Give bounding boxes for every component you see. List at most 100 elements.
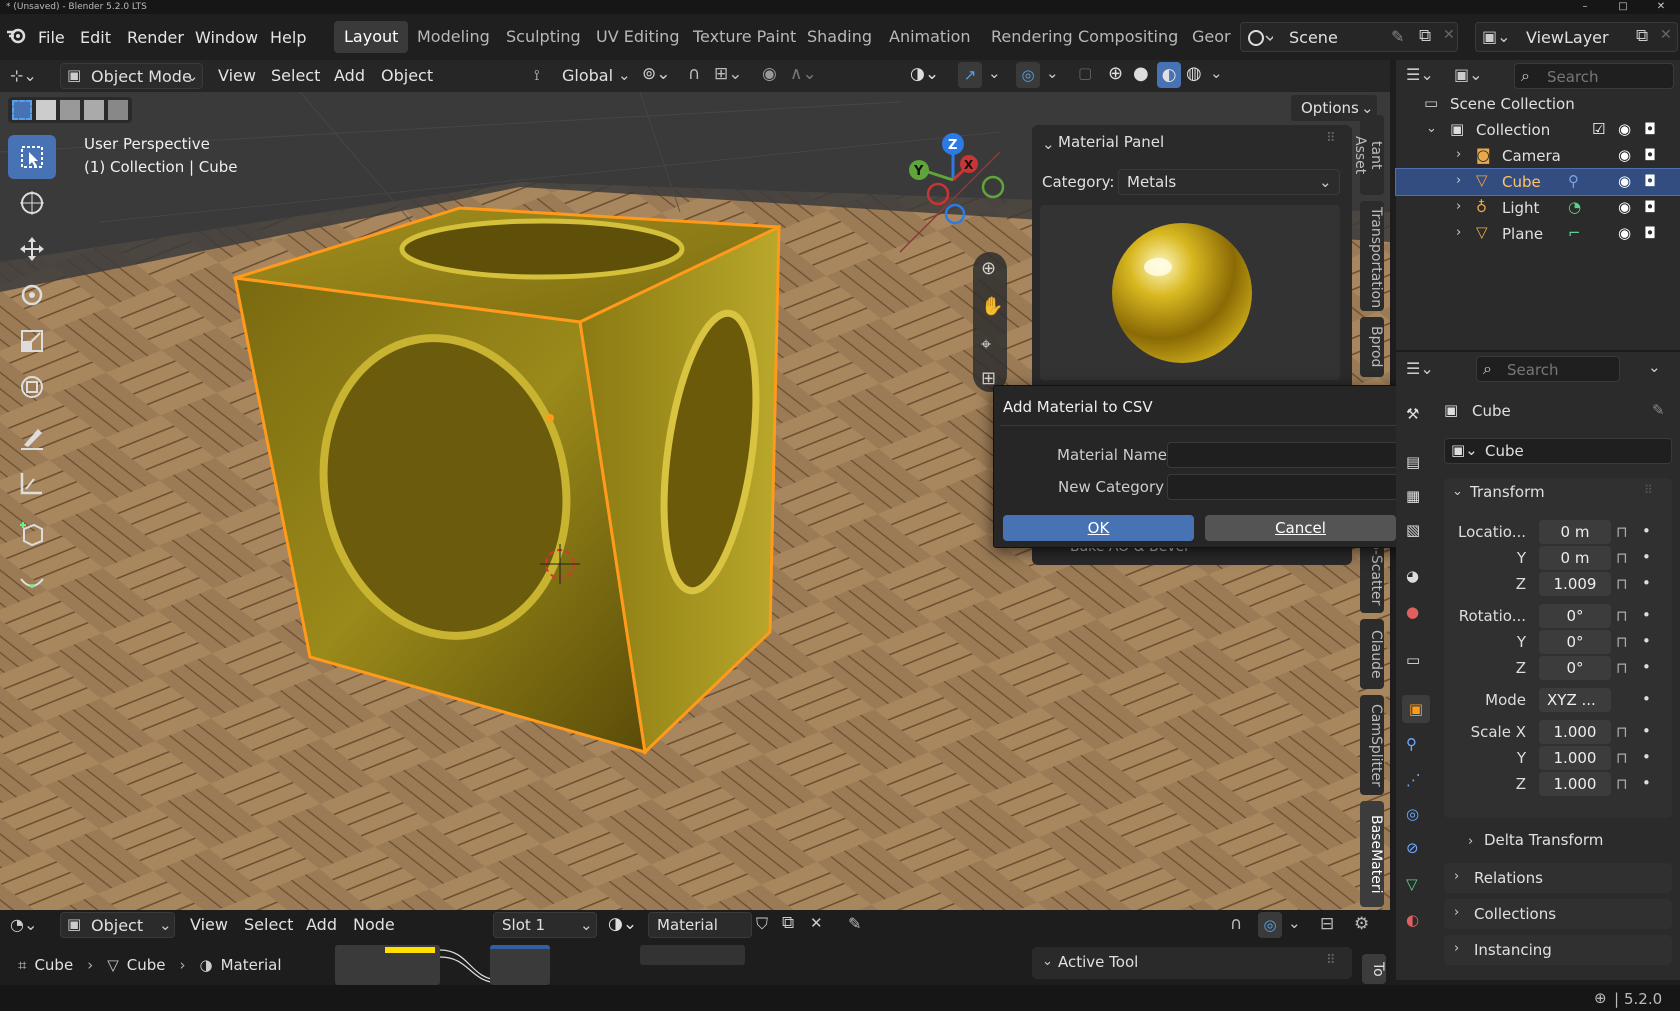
outliner-collection[interactable]: ⌄ ▣ Collection ☑ ◉ ◘: [1396, 117, 1680, 143]
active-tool-panel[interactable]: ⌄ Active Tool ⠿: [1032, 947, 1352, 979]
camera-render-icon[interactable]: ◘: [1644, 198, 1656, 216]
display-mode-icon[interactable]: ▣⌄: [1454, 65, 1483, 84]
unlink-material-icon[interactable]: ✕: [810, 914, 823, 932]
physics-tab-icon[interactable]: ◎: [1406, 805, 1419, 823]
pan-hand-icon[interactable]: ✋: [981, 296, 1003, 317]
modifier-wrench-icon[interactable]: ⚲: [1568, 172, 1579, 190]
chevron-down-icon[interactable]: ⌄: [1042, 135, 1055, 153]
world-tab-icon[interactable]: ●: [1406, 603, 1419, 621]
snap-icon[interactable]: ∩: [688, 64, 700, 84]
select-extend-icon[interactable]: [36, 100, 56, 120]
rotation-y-field[interactable]: 0°: [1539, 630, 1611, 654]
data-tab-icon[interactable]: ▽: [1406, 875, 1418, 893]
tab-shading[interactable]: Shading: [797, 21, 882, 53]
menu-help[interactable]: Help: [270, 28, 306, 47]
lock-icon[interactable]: ⊓: [1616, 775, 1628, 793]
object-tab-icon[interactable]: ▣: [1402, 695, 1430, 723]
gizmo-toggle-icon[interactable]: ↗: [958, 62, 982, 88]
node-object-dropdown[interactable]: ▣ Object ⌄: [60, 912, 175, 938]
menu-window[interactable]: Window: [195, 28, 258, 47]
pin-icon[interactable]: ✎: [1652, 401, 1665, 419]
blender-logo-icon[interactable]: [5, 26, 27, 44]
ok-button[interactable]: OK: [1003, 515, 1194, 541]
lock-icon[interactable]: ⊓: [1616, 549, 1628, 567]
transform-tool[interactable]: [8, 365, 56, 409]
lock-icon[interactable]: ⊓: [1616, 607, 1628, 625]
add-cube-tool[interactable]: [8, 511, 56, 555]
close-button[interactable]: ✕: [1642, 0, 1680, 14]
camera-render-icon[interactable]: ◘: [1644, 172, 1656, 190]
menu-select[interactable]: Select: [271, 66, 320, 85]
pivot-icon[interactable]: ⊚⌄: [642, 64, 671, 84]
keyframe-dot-icon[interactable]: •: [1642, 606, 1651, 624]
chevron-down-icon[interactable]: ⌄: [1648, 358, 1661, 376]
keyframe-dot-icon[interactable]: •: [1642, 774, 1651, 792]
exclude-checkbox[interactable]: ☑: [1592, 120, 1605, 138]
eye-icon[interactable]: ◉: [1618, 120, 1631, 138]
material-name-input[interactable]: [1167, 442, 1399, 468]
scale-z-field[interactable]: 1.000: [1539, 772, 1611, 796]
tab-bprod[interactable]: Bprod: [1360, 317, 1384, 377]
chevron-right-icon[interactable]: ›: [1456, 199, 1461, 214]
tab-claude[interactable]: Claude: [1360, 619, 1384, 689]
rotation-z-field[interactable]: 0°: [1539, 656, 1611, 680]
tab-geometry[interactable]: Geor: [1182, 21, 1241, 53]
chevron-down-icon[interactable]: ⌄: [1452, 484, 1463, 499]
proportional-edit-icon[interactable]: ◉: [762, 64, 777, 84]
material-preview[interactable]: [1040, 205, 1340, 380]
node-tools-icon[interactable]: ⚙: [1354, 914, 1369, 934]
wireframe-shading-icon[interactable]: ⊕: [1108, 63, 1123, 84]
chevron-down-icon[interactable]: ⌄: [1288, 914, 1301, 932]
chevron-down-icon[interactable]: ⌄: [1210, 64, 1223, 82]
delete-viewlayer-icon[interactable]: ✕: [1660, 27, 1672, 43]
select-invert-icon[interactable]: [84, 100, 104, 120]
eye-icon[interactable]: ◉: [1618, 198, 1631, 216]
delta-transform-subpanel[interactable]: › Delta Transform: [1468, 831, 1603, 849]
keyframe-dot-icon[interactable]: •: [1642, 574, 1651, 592]
menu-view[interactable]: View: [218, 66, 256, 85]
collection-tab-icon[interactable]: ▭: [1406, 651, 1420, 669]
scale-x-field[interactable]: 1.000: [1539, 720, 1611, 744]
keyframe-dot-icon[interactable]: •: [1642, 748, 1651, 766]
scale-tool[interactable]: [8, 319, 56, 363]
lock-icon[interactable]: ⊓: [1616, 575, 1628, 593]
material-tab-icon[interactable]: ◐: [1406, 911, 1419, 929]
keyframe-dot-icon[interactable]: •: [1642, 658, 1651, 676]
node-menu-view[interactable]: View: [190, 915, 228, 934]
camera-render-icon[interactable]: ◘: [1644, 120, 1656, 138]
annotate-tool[interactable]: [8, 415, 56, 459]
tab-modeling[interactable]: Modeling: [407, 21, 500, 53]
keyframe-dot-icon[interactable]: •: [1642, 690, 1651, 708]
chevron-right-icon[interactable]: ›: [1456, 225, 1461, 240]
node-editor-type-icon[interactable]: ◔⌄: [10, 915, 37, 934]
menu-file[interactable]: File: [38, 28, 65, 47]
select-subtract-icon[interactable]: [60, 100, 80, 120]
camera-view-icon[interactable]: ⌖: [981, 334, 991, 355]
zoom-icon[interactable]: ⊕: [981, 258, 996, 279]
snap-target-icon[interactable]: ⊞⌄: [714, 64, 743, 84]
rotation-x-field[interactable]: 0°: [1539, 604, 1611, 628]
scene-tab-icon[interactable]: ◕: [1406, 567, 1419, 585]
falloff-icon[interactable]: ∧⌄: [790, 64, 817, 84]
navigation-gizmo[interactable]: Z Y X: [895, 132, 1005, 232]
collections-panel[interactable]: › Collections: [1444, 899, 1672, 929]
node-clamp-factor[interactable]: [490, 945, 550, 985]
chevron-down-icon[interactable]: ⌄: [1426, 121, 1437, 136]
viewlayer-selector[interactable]: ▣⌄ ViewLayer ⧉ ✕: [1475, 22, 1678, 52]
minimize-button[interactable]: –: [1566, 0, 1604, 14]
move-tool[interactable]: [8, 227, 56, 271]
scale-y-field[interactable]: 1.000: [1539, 746, 1611, 770]
tool-tab-icon[interactable]: ⚒: [1406, 405, 1419, 423]
category-dropdown[interactable]: Metals ⌄: [1118, 169, 1340, 195]
visibility-icon[interactable]: ◑⌄: [910, 64, 939, 84]
pin-icon[interactable]: ✎: [1391, 27, 1404, 46]
location-z-field[interactable]: 1.009: [1539, 572, 1611, 596]
drag-handle-icon[interactable]: ⠿: [1644, 483, 1653, 497]
properties-search[interactable]: ⌕ Search: [1476, 356, 1620, 382]
tab-sculpting[interactable]: Sculpting: [496, 21, 591, 53]
tab-animation[interactable]: Animation: [879, 21, 981, 53]
menu-add[interactable]: Add: [334, 66, 365, 85]
keyframe-dot-icon[interactable]: •: [1642, 548, 1651, 566]
menu-object[interactable]: Object: [381, 66, 433, 85]
properties-editor-icon[interactable]: ☰⌄: [1406, 359, 1434, 378]
